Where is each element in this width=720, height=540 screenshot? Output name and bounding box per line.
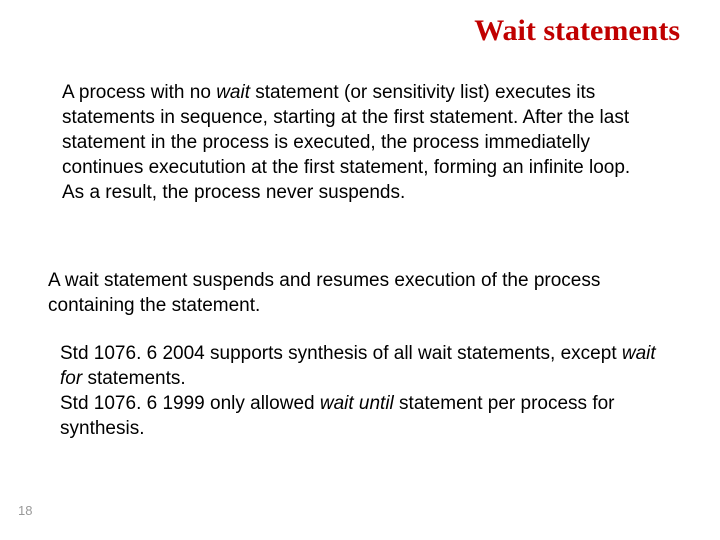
p1-em-1: wait [216, 82, 250, 103]
p3-text-3: Std 1076. 6 1999 only allowed [60, 393, 320, 414]
paragraph-1: A process with no wait statement (or sen… [62, 80, 652, 205]
paragraph-3: Std 1076. 6 2004 supports synthesis of a… [60, 341, 660, 441]
p1-text-1: A process with no [62, 82, 216, 103]
p3-em-2: wait until [320, 393, 394, 414]
p3-text-1: Std 1076. 6 2004 supports synthesis of a… [60, 343, 622, 364]
paragraph-2: A wait statement suspends and resumes ex… [48, 268, 658, 318]
page-number: 18 [18, 503, 32, 518]
p3-text-2: statements. [82, 368, 186, 389]
slide-title: Wait statements [474, 14, 680, 48]
